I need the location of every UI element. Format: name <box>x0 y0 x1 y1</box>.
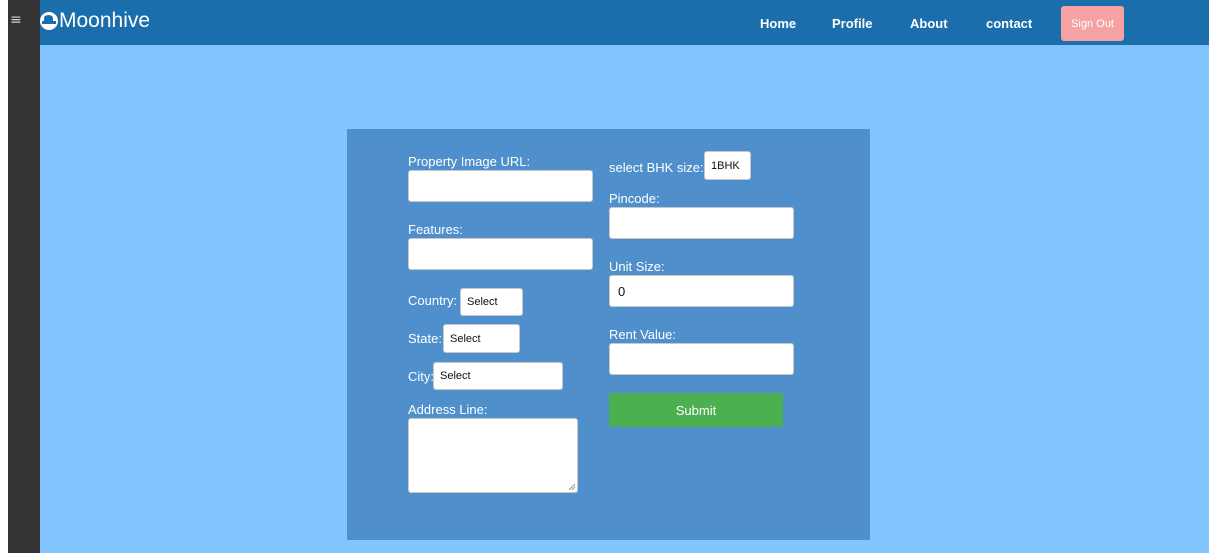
state-label: State: <box>408 331 442 346</box>
bhk-label: select BHK size: <box>609 160 704 175</box>
unit-size-input[interactable] <box>609 275 794 307</box>
image-url-label: Property Image URL: <box>408 154 531 169</box>
nav-link-home[interactable]: Home <box>760 16 796 31</box>
nav-link-profile[interactable]: Profile <box>832 16 872 31</box>
bhk-select-value: 1BHK <box>711 159 740 172</box>
bhk-select[interactable]: 1BHK <box>704 151 751 180</box>
rent-value-label: Rent Value: <box>609 327 676 342</box>
city-select-value: Select <box>440 370 471 382</box>
nav-link-contact[interactable]: contact <box>986 16 1032 31</box>
state-select[interactable]: Select <box>443 324 520 353</box>
features-label: Features: <box>408 222 463 237</box>
brand[interactable]: Moonhive <box>40 9 150 33</box>
city-select[interactable]: Select <box>433 362 563 390</box>
image-url-input[interactable] <box>408 170 593 202</box>
city-label: City: <box>408 369 434 384</box>
side-strip-edge <box>0 0 8 553</box>
pincode-input[interactable] <box>609 207 794 239</box>
unit-size-label: Unit Size: <box>609 259 665 274</box>
sign-out-button[interactable]: Sign Out <box>1061 6 1124 41</box>
state-select-value: Select <box>450 332 481 345</box>
brand-name: Moonhive <box>59 9 151 32</box>
pincode-label: Pincode: <box>609 191 660 206</box>
address-label: Address Line: <box>408 402 488 417</box>
submit-button[interactable]: Submit <box>609 393 783 427</box>
navbar: Moonhive Home Profile About contact Sign… <box>40 0 1209 45</box>
rent-value-input[interactable] <box>609 343 794 375</box>
moonhive-logo-icon <box>40 12 58 30</box>
resize-grip-icon[interactable] <box>569 484 575 490</box>
nav-link-about[interactable]: About <box>910 16 948 31</box>
property-form: Property Image URL: Features: Country: S… <box>347 129 870 540</box>
address-textarea[interactable] <box>408 418 578 493</box>
features-input[interactable] <box>408 238 593 270</box>
country-select-value: Select <box>467 296 498 308</box>
hamburger-icon[interactable]: ≡ <box>10 13 22 27</box>
country-select[interactable]: Select <box>460 288 523 316</box>
country-label: Country: <box>408 293 458 308</box>
side-strip: ≡ <box>0 0 40 553</box>
